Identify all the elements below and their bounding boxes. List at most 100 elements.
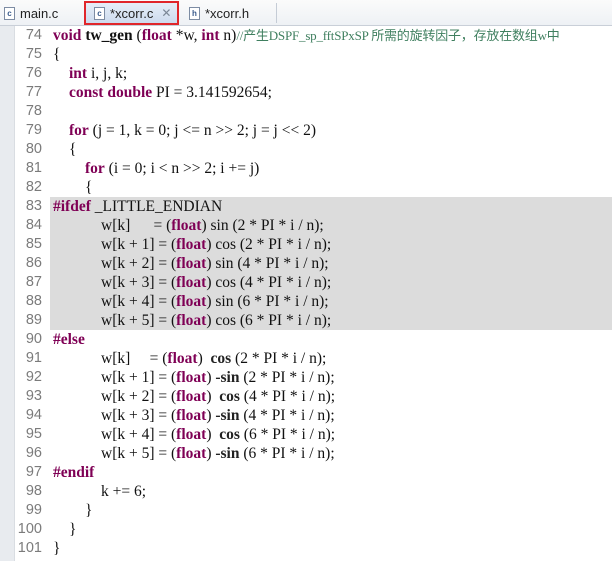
- line-text: w[k] = (float) sin (2 * PI * i / n);: [53, 216, 324, 235]
- code-line[interactable]: 96 w[k + 5] = (float) -sin (6 * PI * i /…: [0, 444, 612, 463]
- line-text: {: [53, 45, 60, 64]
- keyword-token: float: [176, 407, 207, 424]
- code-line[interactable]: 88 w[k + 4] = (float) sin (6 * PI * i / …: [0, 292, 612, 311]
- close-icon[interactable]: ✕: [161, 6, 171, 20]
- code-token: (j = 1, k = 0; j <= n >> 2; j = j << 2): [88, 122, 317, 139]
- keyword-token: float: [141, 27, 172, 44]
- line-text: void tw_gen (float *w, int n)//产生DSPF_sp…: [53, 26, 560, 45]
- code-token: (2 * PI * i / n);: [231, 350, 327, 367]
- code-line[interactable]: 77 const double PI = 3.141592654;: [0, 83, 612, 102]
- keyword-token: int: [69, 65, 88, 82]
- code-token: w[k] = (: [53, 350, 168, 367]
- tab-label: *xcorr.h: [205, 5, 250, 21]
- line-number: 94: [25, 407, 42, 423]
- code-token: (4 * PI * i / n);: [239, 407, 335, 424]
- line-text: w[k + 3] = (float) cos (4 * PI * i / n);: [53, 273, 331, 292]
- line-text: {: [53, 178, 92, 197]
- line-text: const double PI = 3.141592654;: [53, 83, 272, 102]
- keyword-token: float: [171, 217, 202, 234]
- code-line[interactable]: 83 #ifdef _LITTLE_ENDIAN: [0, 197, 612, 216]
- line-number: 84: [25, 217, 42, 233]
- code-line[interactable]: 100 }: [0, 520, 612, 539]
- keyword-token: float: [176, 312, 207, 329]
- code-line[interactable]: 91 w[k] = (float) cos (2 * PI * i / n);: [0, 349, 612, 368]
- code-token: k += 6;: [53, 483, 147, 500]
- code-line[interactable]: 99 }: [0, 501, 612, 520]
- line-text: for (i = 0; i < n >> 2; i += j): [53, 159, 259, 178]
- line-text: w[k + 5] = (float) cos (6 * PI * i / n);: [53, 311, 331, 330]
- line-text: w[k + 2] = (float) sin (4 * PI * i / n);: [53, 254, 329, 273]
- code-token: w[k + 5] = (: [53, 312, 177, 329]
- code-token: (i = 0; i < n >> 2; i += j): [104, 160, 260, 177]
- code-token: w[k + 5] = (: [53, 445, 177, 462]
- keyword-token: double: [107, 84, 153, 101]
- code-line[interactable]: 82 {: [0, 178, 612, 197]
- code-token: }: [53, 502, 93, 519]
- code-line[interactable]: 86 w[k + 2] = (float) sin (4 * PI * i / …: [0, 254, 612, 273]
- code-token: }: [53, 521, 77, 538]
- line-number: 96: [25, 445, 42, 461]
- line-number: 90: [25, 331, 42, 347]
- code-line[interactable]: 93 w[k + 2] = (float) cos (4 * PI * i / …: [0, 387, 612, 406]
- code-token: w[k] = (: [53, 217, 172, 234]
- keyword-token: float: [176, 445, 207, 462]
- code-token: ): [206, 407, 216, 424]
- code-line[interactable]: 101}: [0, 539, 612, 558]
- tab-xcorr-h[interactable]: h *xcorr.h: [189, 2, 249, 24]
- line-number: 86: [25, 255, 42, 271]
- line-text: w[k + 5] = (float) -sin (6 * PI * i / n)…: [53, 444, 335, 463]
- line-text: }: [53, 501, 92, 520]
- keyword-token: const: [69, 84, 104, 101]
- editor-tab-bar: c main.c c *xcorr.c ✕ h *xcorr.h: [0, 0, 612, 26]
- code-line[interactable]: 79 for (j = 1, k = 0; j <= n >> 2; j = j…: [0, 121, 612, 140]
- tab-xcorr-c[interactable]: c *xcorr.c ✕: [84, 1, 180, 25]
- code-token: ): [206, 369, 216, 386]
- line-text: w[k + 2] = (float) cos (4 * PI * i / n);: [53, 387, 335, 406]
- code-line[interactable]: 87 w[k + 3] = (float) cos (4 * PI * i / …: [0, 273, 612, 292]
- code-token: (4 * PI * i / n);: [239, 388, 336, 405]
- line-number: 100: [17, 521, 42, 537]
- line-number: 91: [25, 350, 42, 366]
- code-line[interactable]: 95 w[k + 4] = (float) cos (6 * PI * i / …: [0, 425, 612, 444]
- code-token: w[k + 4] = (: [53, 293, 177, 310]
- code-line[interactable]: 74 void tw_gen (float *w, int n)//产生DSPF_…: [0, 26, 612, 45]
- code-token: ): [197, 350, 211, 367]
- keyword-token: int: [201, 27, 220, 44]
- code-line[interactable]: 76 int i, j, k;: [0, 64, 612, 83]
- code-line[interactable]: 98 k += 6;: [0, 482, 612, 501]
- line-text: w[k + 1] = (float) -sin (2 * PI * i / n)…: [53, 368, 335, 387]
- code-line[interactable]: 89 w[k + 5] = (float) cos (6 * PI * i / …: [0, 311, 612, 330]
- line-text: {: [53, 140, 76, 159]
- comment-token: //产生DSPF_sp_fftSPxSP 所需的旋转因子，存放在数组w中: [236, 28, 560, 43]
- line-text: }: [53, 539, 60, 558]
- line-number: 97: [25, 464, 42, 480]
- keyword-token: for: [69, 122, 89, 139]
- code-token: w[k + 1] = (: [53, 369, 177, 386]
- code-line[interactable]: 90 #else: [0, 330, 612, 349]
- code-token: ): [206, 445, 216, 462]
- code-line[interactable]: 84 w[k] = (float) sin (2 * PI * i / n);: [0, 216, 612, 235]
- code-token: cos: [210, 350, 232, 367]
- code-token: w[k + 4] = (: [53, 426, 177, 443]
- line-number: 87: [25, 274, 42, 290]
- code-editor[interactable]: 74 void tw_gen (float *w, int n)//产生DSPF_…: [0, 26, 612, 558]
- tab-divider: [276, 3, 277, 23]
- line-text: w[k + 3] = (float) -sin (4 * PI * i / n)…: [53, 406, 335, 425]
- code-line[interactable]: 81 for (i = 0; i < n >> 2; i += j): [0, 159, 612, 178]
- code-line[interactable]: 75 {: [0, 45, 612, 64]
- tab-main-c[interactable]: c main.c: [4, 2, 58, 24]
- code-line[interactable]: 94 w[k + 3] = (float) -sin (4 * PI * i /…: [0, 406, 612, 425]
- code-token: _LITTLE_ENDIAN: [90, 198, 223, 215]
- code-token: ) cos (6 * PI * i / n);: [206, 312, 332, 329]
- code-token: (6 * PI * i / n);: [239, 445, 335, 462]
- keyword-token: #ifdef: [53, 198, 91, 215]
- code-token: -sin: [215, 369, 240, 386]
- code-line[interactable]: 85 w[k + 1] = (float) cos (2 * PI * i / …: [0, 235, 612, 254]
- code-line[interactable]: 97 #endif: [0, 463, 612, 482]
- code-line[interactable]: 78: [0, 102, 612, 121]
- code-line[interactable]: 80 {: [0, 140, 612, 159]
- code-line[interactable]: 92 w[k + 1] = (float) -sin (2 * PI * i /…: [0, 368, 612, 387]
